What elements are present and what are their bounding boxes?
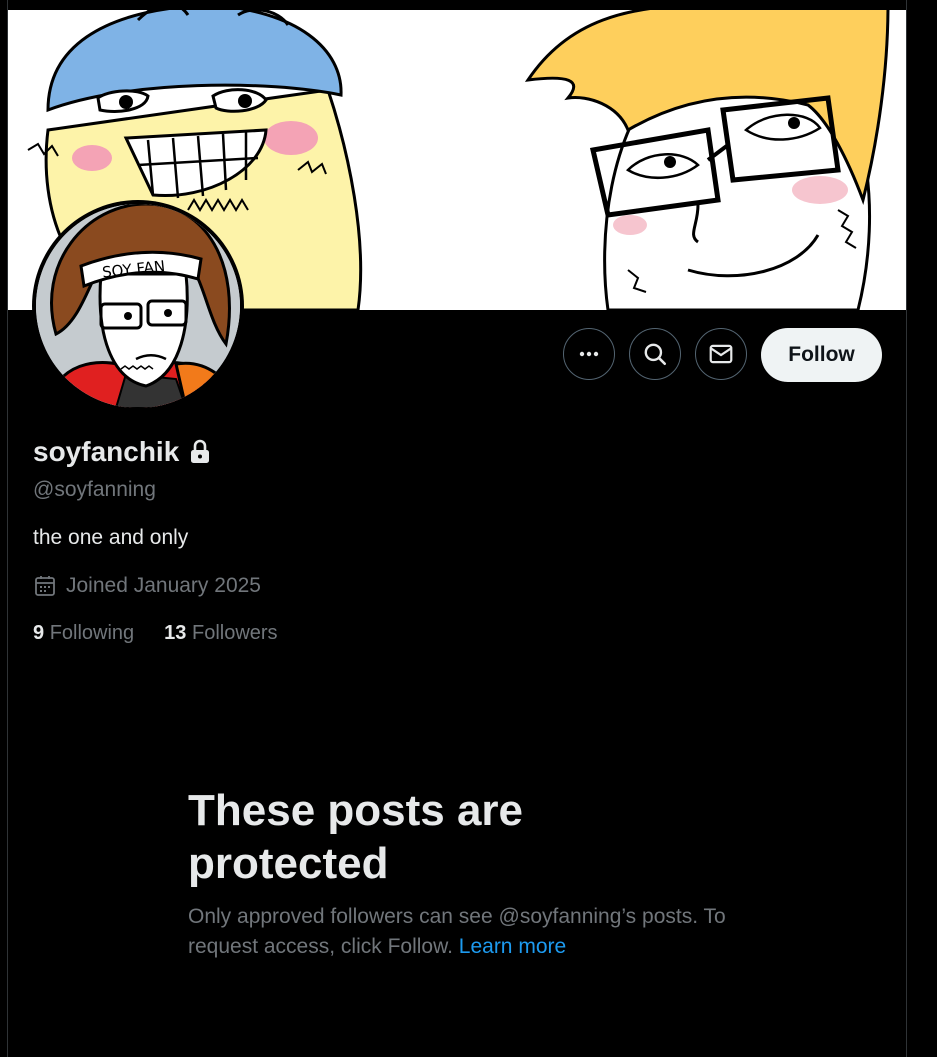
calendar-icon — [35, 576, 55, 596]
more-icon — [579, 351, 599, 357]
avatar[interactable]: SOY FAN — [36, 204, 240, 408]
display-name-row: soyfanchik — [33, 436, 211, 468]
followers-count: 13 — [164, 622, 187, 644]
avatar-illustration: SOY FAN — [36, 204, 240, 408]
message-button[interactable] — [695, 328, 747, 380]
more-button[interactable] — [563, 328, 615, 380]
display-name: soyfanchik — [33, 436, 180, 467]
follow-stats: 9 Following 13 Followers — [33, 622, 278, 645]
following-label: Following — [49, 622, 135, 644]
following-count: 9 — [33, 622, 45, 644]
follow-button[interactable]: Follow — [761, 328, 882, 382]
learn-more-link[interactable]: Learn more — [459, 935, 566, 958]
following-link[interactable]: 9 Following — [33, 622, 134, 645]
lock-icon — [191, 439, 210, 463]
handle: @soyfanning — [33, 478, 156, 501]
protected-description: Only approved followers can see @soyfann… — [188, 902, 728, 962]
column-border-right — [906, 0, 907, 1057]
protected-title: These posts are protected — [188, 786, 524, 888]
followers-link[interactable]: 13 Followers — [164, 622, 277, 645]
search-icon — [644, 343, 667, 366]
followers-label: Followers — [191, 622, 278, 644]
mail-icon — [709, 344, 733, 364]
search-button[interactable] — [629, 328, 681, 380]
joined-date: Joined January 2025 — [33, 574, 261, 598]
joined-text: Joined January 2025 — [66, 574, 261, 597]
protected-description-text: Only approved followers can see @soyfann… — [188, 905, 726, 958]
bio: the one and only — [33, 526, 189, 549]
